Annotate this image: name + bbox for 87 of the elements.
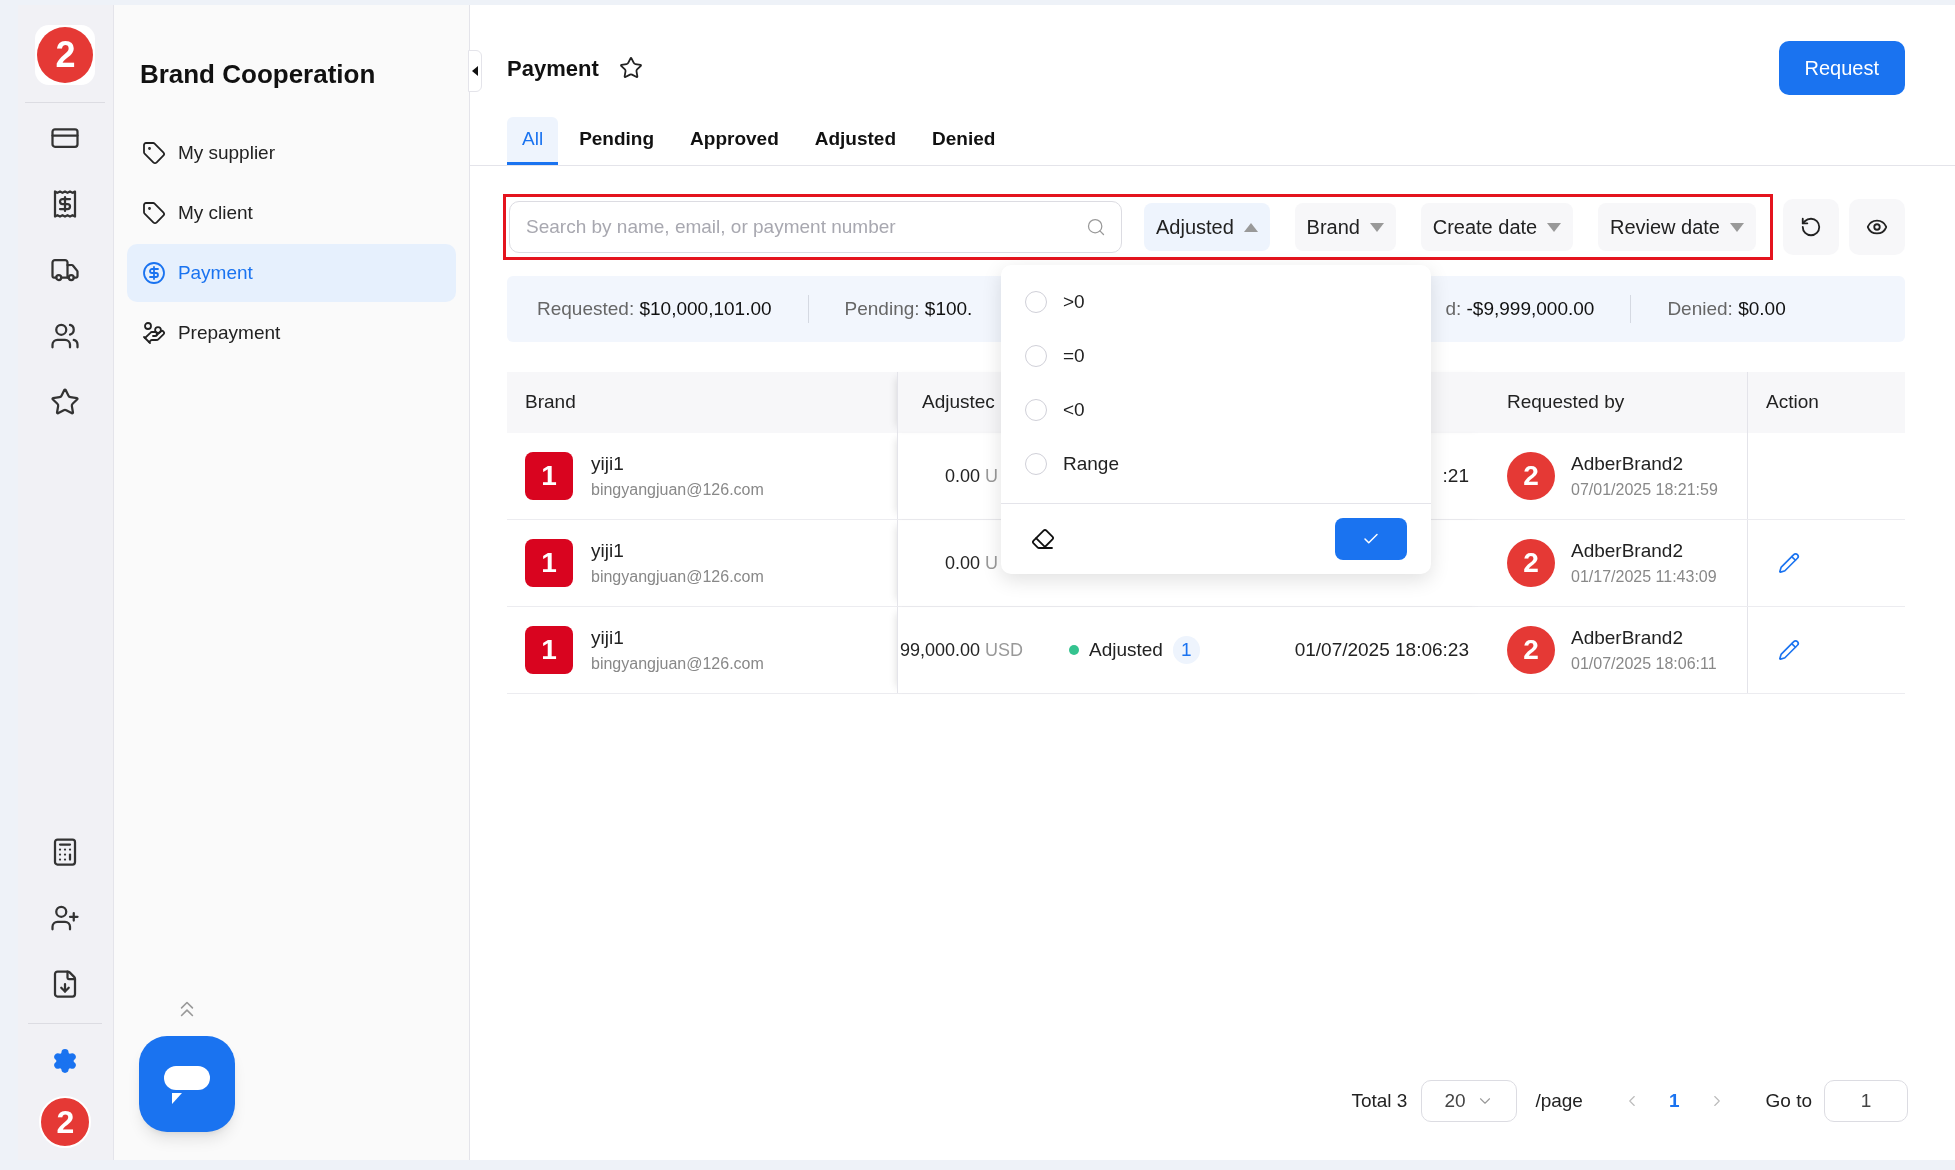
summary-item: Pending: $100. xyxy=(844,296,973,321)
reset-icon xyxy=(1800,216,1822,238)
sidebar-item[interactable]: My client xyxy=(126,184,456,242)
per-page-label: /page xyxy=(1535,1088,1583,1113)
caret-icon xyxy=(1547,222,1562,232)
go-to-label: Go to xyxy=(1765,1088,1812,1113)
requester-avatar: 2 xyxy=(1507,539,1555,587)
tab[interactable]: Approved xyxy=(675,117,794,165)
user-plus-icon[interactable] xyxy=(50,903,81,933)
user-avatar[interactable]: 2 xyxy=(39,1096,92,1148)
filter-dropdown[interactable]: Brand xyxy=(1294,203,1396,251)
filter-dropdown[interactable]: Review date xyxy=(1597,203,1756,251)
summary-item: Denied: $0.00 xyxy=(1667,296,1786,321)
brand-name: yiji1 xyxy=(591,625,625,650)
search-icon xyxy=(1086,217,1106,237)
settings-icon[interactable] xyxy=(52,1048,79,1074)
page-size-select[interactable]: 20 xyxy=(1421,1080,1518,1122)
amount-cell-text: 0.00 xyxy=(944,551,980,575)
total-count: Total 3 xyxy=(1351,1088,1408,1113)
star-icon[interactable] xyxy=(618,56,643,80)
edit-icon[interactable] xyxy=(1778,552,1800,574)
requester-avatar: 2 xyxy=(1507,452,1555,500)
tag-icon xyxy=(141,201,166,225)
currency-label: U xyxy=(985,464,998,488)
requester-name: AdberBrand2 xyxy=(1571,625,1684,650)
status-label: Adjusted xyxy=(1089,637,1163,662)
radio-option[interactable]: >0 xyxy=(1001,275,1431,329)
hand-coins-icon xyxy=(141,321,166,345)
radio-option[interactable]: Range xyxy=(1001,437,1431,491)
request-date: 01/17/2025 11:43:09 xyxy=(1571,567,1717,588)
summary-item: Requested: $10,000,101.00 xyxy=(537,296,772,321)
filter-dropdown[interactable]: Create date xyxy=(1420,203,1574,251)
caret-left-icon xyxy=(472,66,478,76)
page-title: Payment xyxy=(507,54,599,83)
sidebar-item[interactable]: My supplier xyxy=(126,124,456,182)
brand-name: yiji1 xyxy=(591,538,625,563)
tab[interactable]: Adjusted xyxy=(799,117,912,165)
reset-button[interactable] xyxy=(1783,199,1839,255)
go-to-field[interactable]: 1 xyxy=(1824,1080,1908,1122)
chat-button[interactable] xyxy=(138,1036,235,1132)
filter-dropdown[interactable]: Adjusted xyxy=(1144,203,1270,251)
column-header: Action xyxy=(1747,372,1905,433)
search-field[interactable]: Search by name, email, or payment number xyxy=(509,201,1122,253)
amount-cell-text: 0.00 xyxy=(944,464,980,488)
sidebar-item[interactable]: Prepayment xyxy=(126,304,456,362)
brand-email: bingyangjuan@126.com xyxy=(591,480,764,501)
column-header: Brand xyxy=(524,390,577,415)
brand-logo: 1 xyxy=(525,626,573,674)
count-badge: 1 xyxy=(1172,635,1200,665)
dollar-icon xyxy=(141,261,166,285)
sidebar-item[interactable]: Payment xyxy=(126,244,456,302)
currency-label: U xyxy=(985,551,998,575)
brand-logo: 1 xyxy=(525,452,573,500)
amount-cell-text: 99,000.00 xyxy=(899,638,980,662)
request-button[interactable]: Request xyxy=(1778,41,1905,95)
users-icon[interactable] xyxy=(50,321,81,351)
request-date: 07/01/2025 18:21:59 xyxy=(1571,480,1718,501)
date-cell-text: 01/07/2025 18:06:23 xyxy=(1294,637,1469,662)
tab[interactable]: Denied xyxy=(917,117,1011,165)
requester-avatar: 2 xyxy=(1507,626,1555,674)
tab[interactable]: All xyxy=(507,117,559,165)
currency-label: USD xyxy=(985,638,1023,662)
summary-item: d: -$9,999,000.00 xyxy=(1445,296,1595,321)
page-number[interactable]: 1 xyxy=(1668,1086,1680,1116)
request-date: 01/07/2025 18:06:11 xyxy=(1571,654,1717,675)
confirm-button[interactable] xyxy=(1335,518,1407,560)
star-icon[interactable] xyxy=(50,387,81,417)
eraser-icon[interactable] xyxy=(1031,527,1055,551)
requester-name: AdberBrand2 xyxy=(1571,538,1684,563)
edit-icon[interactable] xyxy=(1778,639,1800,661)
brand-email: bingyangjuan@126.com xyxy=(591,654,764,675)
chat-bubble-icon xyxy=(161,1064,212,1104)
column-header: Requested by xyxy=(1506,390,1626,415)
caret-icon xyxy=(1730,222,1744,232)
tag-icon xyxy=(141,141,166,165)
caret-icon xyxy=(1243,222,1258,232)
brand-name: yiji1 xyxy=(591,451,625,476)
sidebar-title: Brand Cooperation xyxy=(138,58,377,91)
date-cell-text: :21 xyxy=(1442,463,1469,488)
requester-name: AdberBrand2 xyxy=(1571,451,1684,476)
collapse-handle[interactable] xyxy=(468,50,482,92)
brand-logo: 1 xyxy=(525,539,573,587)
tab[interactable]: Pending xyxy=(564,117,670,165)
view-button[interactable] xyxy=(1849,199,1905,255)
brand-email: bingyangjuan@126.com xyxy=(591,567,764,588)
caret-icon xyxy=(1369,222,1384,232)
logo[interactable]: 2 xyxy=(37,27,94,83)
